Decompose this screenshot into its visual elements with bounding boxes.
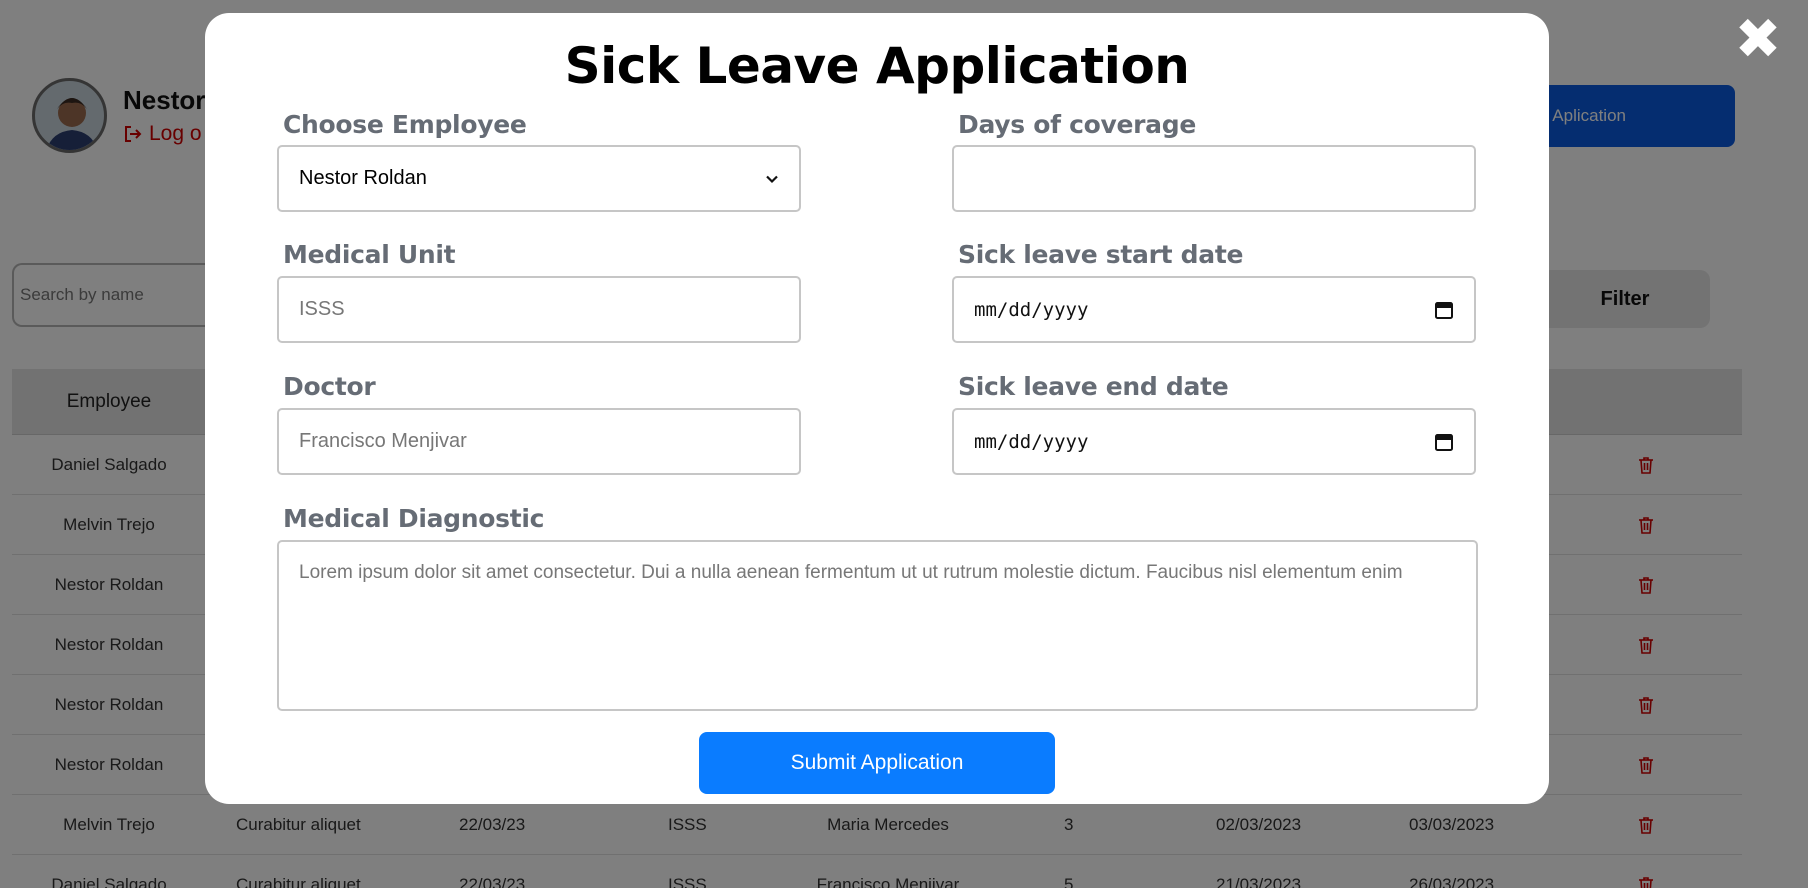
- choose-employee-label: Choose Employee: [283, 110, 527, 139]
- end-date-value: mm/dd/yyyy: [974, 430, 1089, 453]
- start-date-value: mm/dd/yyyy: [974, 298, 1089, 321]
- medical-diagnostic-label: Medical Diagnostic: [283, 504, 545, 533]
- end-date-label: Sick leave end date: [958, 372, 1229, 401]
- calendar-icon[interactable]: [1434, 432, 1454, 452]
- sick-leave-modal: Sick Leave Application Choose Employee N…: [205, 13, 1549, 804]
- modal-title: Sick Leave Application: [564, 37, 1190, 95]
- doctor-input[interactable]: Francisco Menjivar: [277, 408, 801, 475]
- medical-unit-input[interactable]: ISSS: [277, 276, 801, 343]
- doctor-label: Doctor: [283, 372, 376, 401]
- medical-diagnostic-textarea[interactable]: Lorem ipsum dolor sit amet consectetur. …: [277, 540, 1478, 711]
- start-date-input[interactable]: mm/dd/yyyy: [952, 276, 1476, 343]
- choose-employee-select[interactable]: Nestor Roldan: [277, 145, 801, 212]
- days-of-coverage-input[interactable]: [952, 145, 1476, 212]
- chevron-down-icon: [766, 175, 778, 183]
- medical-unit-label: Medical Unit: [283, 240, 456, 269]
- days-of-coverage-label: Days of coverage: [958, 110, 1196, 139]
- submit-application-button[interactable]: Submit Application: [699, 732, 1055, 794]
- choose-employee-value: Nestor Roldan: [299, 167, 427, 189]
- end-date-input[interactable]: mm/dd/yyyy: [952, 408, 1476, 475]
- close-icon[interactable]: ✖: [1734, 12, 1782, 68]
- calendar-icon[interactable]: [1434, 300, 1454, 320]
- start-date-label: Sick leave start date: [958, 240, 1244, 269]
